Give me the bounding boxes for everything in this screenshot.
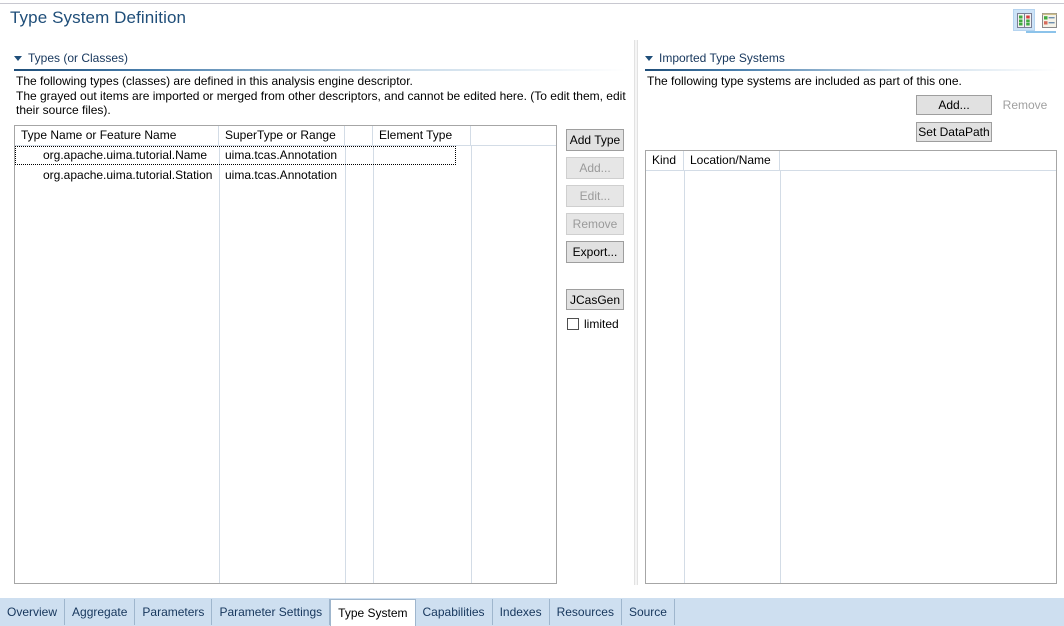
imported-section-header-row[interactable]: Imported Type Systems [645, 50, 1057, 66]
tab-overview[interactable]: Overview [0, 599, 66, 625]
edit-button[interactable]: Edit... [566, 185, 624, 207]
limited-checkbox-label: limited [584, 317, 619, 331]
set-datapath-button[interactable]: Set DataPath [916, 122, 992, 142]
imported-colsep-2 [780, 171, 781, 583]
top-accent-mark [1026, 31, 1056, 33]
types-description-line-3: their source files). [16, 103, 111, 117]
tab-parameters[interactable]: Parameters [135, 599, 213, 625]
types-cell-supertype: uima.tcas.Annotation [225, 148, 338, 162]
add-feature-button[interactable]: Add... [566, 157, 624, 179]
tab-indexes[interactable]: Indexes [493, 599, 550, 625]
type-system-definition-editor: Type System Definition Types (or Classes… [0, 0, 1064, 626]
types-cell-type-name: org.apache.uima.tutorial.Station [43, 168, 213, 182]
types-cell-trailing [471, 146, 556, 166]
types-column-type-name[interactable]: Type Name or Feature Name [15, 126, 219, 145]
import-add-button[interactable]: Add... [916, 95, 992, 115]
editor-toolbar [1013, 9, 1060, 31]
imported-type-systems-table[interactable]: Kind Location/Name [645, 150, 1057, 584]
table-row[interactable]: org.apache.uima.tutorial.Name uima.tcas.… [15, 146, 556, 166]
table-row[interactable]: org.apache.uima.tutorial.Station uima.tc… [15, 166, 556, 186]
types-cell-trailing [471, 166, 556, 186]
imported-column-trailing[interactable] [780, 151, 1056, 170]
imported-table-body [646, 171, 1056, 583]
checkbox-box-icon[interactable] [567, 318, 579, 330]
tab-capabilities[interactable]: Capabilities [416, 599, 493, 625]
imported-colsep-1 [684, 171, 685, 583]
imported-column-kind[interactable]: Kind [646, 151, 684, 170]
remove-button[interactable]: Remove [566, 213, 624, 235]
types-section-header-row[interactable]: Types (or Classes) [14, 50, 626, 66]
types-cell-narrow [345, 146, 373, 166]
types-colsep-1 [219, 146, 220, 583]
types-cell-element-type [373, 166, 471, 186]
chevron-down-icon[interactable] [14, 56, 22, 61]
top-divider [0, 3, 1064, 4]
types-colsep-2 [345, 146, 346, 583]
page-title: Type System Definition [10, 8, 187, 27]
tab-source[interactable]: Source [622, 599, 675, 625]
types-section-header: Types (or Classes) [14, 50, 626, 71]
tab-bar-filler [675, 598, 1064, 624]
export-button[interactable]: Export... [566, 241, 624, 263]
panel-sash-divider[interactable] [634, 40, 638, 585]
editor-tab-bar: Overview Aggregate Parameters Parameter … [0, 598, 1064, 626]
types-table-body: org.apache.uima.tutorial.Name uima.tcas.… [15, 146, 556, 583]
imported-section-rule [645, 69, 1057, 71]
types-cell-narrow [345, 166, 373, 186]
imported-section-title: Imported Type Systems [659, 51, 785, 65]
types-colsep-4 [471, 146, 472, 583]
types-description-line-2: The grayed out items are imported or mer… [16, 88, 626, 103]
types-column-trailing[interactable] [471, 126, 556, 145]
types-section-title: Types (or Classes) [28, 51, 129, 65]
imported-column-location-name[interactable]: Location/Name [684, 151, 780, 170]
limited-checkbox[interactable]: limited [567, 317, 619, 331]
types-cell-type-name: org.apache.uima.tutorial.Name [43, 148, 208, 162]
two-column-layout-icon[interactable] [1013, 9, 1035, 31]
tab-parameter-settings[interactable]: Parameter Settings [212, 599, 331, 625]
types-section-rule [14, 69, 626, 71]
add-type-button[interactable]: Add Type [566, 129, 624, 151]
types-colsep-3 [373, 146, 374, 583]
types-description: The following types (classes) are define… [16, 74, 632, 118]
imported-table-header: Kind Location/Name [646, 151, 1056, 171]
types-column-supertype[interactable]: SuperType or Range [219, 126, 345, 145]
imported-description: The following type systems are included … [647, 74, 962, 88]
types-table[interactable]: Type Name or Feature Name SuperType or R… [14, 125, 557, 584]
types-column-narrow[interactable] [345, 126, 373, 145]
types-column-element-type[interactable]: Element Type [373, 126, 471, 145]
types-cell-supertype: uima.tcas.Annotation [225, 168, 338, 182]
types-table-header: Type Name or Feature Name SuperType or R… [15, 126, 556, 146]
tab-aggregate[interactable]: Aggregate [65, 599, 136, 625]
imported-section-header: Imported Type Systems [645, 50, 1057, 71]
jcasgen-button[interactable]: JCasGen [566, 289, 624, 310]
types-description-line-1: The following types (classes) are define… [16, 74, 413, 88]
tab-resources[interactable]: Resources [550, 599, 622, 625]
single-column-layout-icon[interactable] [1038, 9, 1060, 31]
chevron-down-icon[interactable] [645, 56, 653, 61]
tab-type-system[interactable]: Type System [330, 599, 416, 626]
import-remove-button[interactable]: Remove [998, 95, 1052, 115]
types-cell-element-type [373, 146, 471, 166]
